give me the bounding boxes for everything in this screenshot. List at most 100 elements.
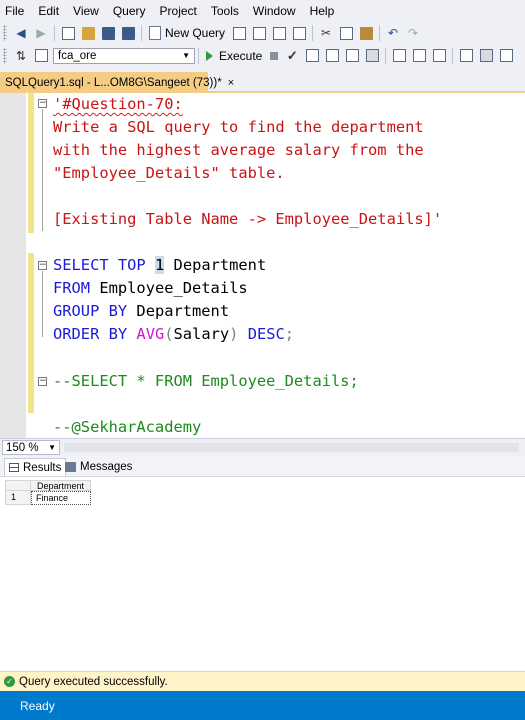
table-name: Employee_Details — [99, 279, 248, 297]
toolbar-separator — [452, 47, 454, 64]
results-to-grid-icon[interactable] — [478, 47, 494, 65]
menu-help[interactable]: Help — [305, 0, 344, 22]
grid-cell[interactable]: Finance — [31, 491, 91, 505]
query-options-icon[interactable] — [344, 47, 360, 65]
execute-label: Execute — [219, 48, 263, 63]
intellisense-icon[interactable] — [364, 47, 380, 65]
chevron-down-icon: ▼ — [48, 443, 56, 452]
live-stats-icon[interactable] — [411, 47, 427, 65]
success-check-icon: ✓ — [4, 676, 15, 687]
save-all-icon[interactable] — [120, 24, 136, 42]
results-tab-strip: Results Messages — [0, 456, 525, 477]
document-tab-strip: SQLQuery1.sql - L...OM8G\Sangeet (73))* … — [0, 67, 525, 93]
actual-plan-icon[interactable] — [391, 47, 407, 65]
parse-check-icon[interactable]: ✓ — [284, 47, 300, 65]
query-editor[interactable]: − − − '#Question-70: Write a SQL query t… — [0, 93, 525, 438]
top-value: 1 — [154, 256, 165, 274]
horizontal-scrollbar[interactable] — [64, 443, 519, 452]
cut-icon[interactable]: ✂ — [318, 24, 334, 42]
zoom-value: 150 % — [6, 441, 39, 454]
menu-view[interactable]: View — [68, 0, 108, 22]
query-status-text: Query executed successfully. — [19, 675, 168, 688]
outline-guide — [42, 271, 43, 337]
tab-results[interactable]: Results — [4, 458, 67, 476]
connect-icon[interactable]: ⇅ — [13, 47, 29, 65]
menu-query[interactable]: Query — [108, 0, 155, 22]
forward-icon[interactable]: ▶ — [33, 24, 49, 42]
undo-icon[interactable]: ↶ — [385, 24, 401, 42]
menu-file[interactable]: File — [0, 0, 33, 22]
menu-bar: File Edit View Query Project Tools Windo… — [0, 0, 525, 22]
close-icon[interactable]: × — [228, 77, 234, 89]
collapse-region-icon[interactable]: − — [38, 377, 47, 386]
collapse-region-icon[interactable]: − — [38, 99, 47, 108]
results-to-text-icon[interactable] — [458, 47, 474, 65]
back-icon[interactable]: ◀ — [13, 24, 29, 42]
database-select[interactable]: fca_ore ▼ — [53, 47, 195, 64]
toolbar-separator — [312, 25, 314, 41]
collapse-region-icon[interactable]: − — [38, 261, 47, 270]
save-icon[interactable] — [100, 24, 116, 42]
toolbar-grip[interactable] — [3, 25, 7, 41]
redo-icon[interactable]: ↷ — [405, 24, 421, 42]
paste-icon[interactable] — [358, 24, 374, 42]
toolbar-separator — [385, 47, 387, 64]
dmx-query-icon[interactable] — [251, 24, 267, 42]
code-comment-line: "Employee_Details" table. — [53, 164, 285, 182]
tab-title: SQLQuery1.sql - L...OM8G\Sangeet (73))* — [5, 76, 222, 89]
change-tracking-bar — [28, 253, 34, 413]
stop-icon[interactable] — [270, 51, 279, 60]
dax-query-icon[interactable] — [291, 24, 307, 42]
editor-zoom-bar: 150 % ▼ — [0, 438, 525, 457]
menu-project[interactable]: Project — [155, 0, 206, 22]
open-file-icon[interactable] — [80, 24, 96, 42]
code-comment-line: with the highest average salary from the — [53, 141, 424, 159]
avg-column: Salary — [173, 325, 230, 343]
copy-icon[interactable] — [338, 24, 354, 42]
code-signature-comment: --@SekharAcademy — [53, 418, 202, 436]
grid-corner[interactable] — [5, 480, 31, 491]
zoom-select[interactable]: 150 % ▼ — [2, 440, 60, 455]
new-project-icon[interactable] — [60, 24, 76, 42]
new-query-label: New Query — [165, 26, 226, 40]
menu-window[interactable]: Window — [248, 0, 305, 22]
play-icon — [206, 50, 213, 61]
menu-tools[interactable]: Tools — [206, 0, 248, 22]
sql-editor-toolbar: ⇅ fca_ore ▼ Execute ✓ — [0, 44, 525, 67]
change-connection-icon[interactable] — [33, 47, 49, 65]
change-tracking-bar — [28, 93, 34, 233]
code-commented-select: --SELECT * FROM Employee_Details; — [53, 372, 359, 390]
menu-edit[interactable]: Edit — [33, 0, 68, 22]
paren-close: ) — [229, 325, 239, 343]
app-status-bar: Ready — [0, 691, 525, 720]
code-line-select: SELECT TOP 1 Department — [53, 254, 266, 277]
xmla-query-icon[interactable] — [271, 24, 287, 42]
execute-button[interactable]: Execute — [202, 49, 266, 63]
results-to-file-icon[interactable] — [498, 47, 514, 65]
toolbar-grip[interactable] — [3, 47, 7, 64]
grid-icon — [9, 463, 19, 472]
keyword-from: FROM — [53, 279, 91, 297]
client-stats-icon[interactable] — [431, 47, 447, 65]
tab-messages-label: Messages — [80, 461, 133, 473]
code-comment-line: [Existing Table Name -> Employee_Details… — [53, 210, 443, 228]
group-column: Department — [136, 302, 230, 320]
toolbar-separator — [379, 25, 381, 41]
grid-row-number[interactable]: 1 — [5, 491, 31, 505]
statement-terminator: ; — [284, 325, 295, 343]
grid-column-header[interactable]: Department — [31, 480, 91, 491]
keyword-group-by: GROUP BY — [53, 302, 128, 320]
database-name: fca_ore — [58, 49, 97, 62]
query-designer-icon[interactable] — [324, 47, 340, 65]
mdx-query-icon[interactable] — [231, 24, 247, 42]
keyword-select: SELECT — [53, 256, 109, 274]
keyword-top: TOP — [117, 256, 146, 274]
tab-sqlquery1[interactable]: SQLQuery1.sql - L...OM8G\Sangeet (73))* … — [0, 72, 234, 93]
status-text: Ready — [20, 698, 55, 713]
query-status-bar: ✓ Query executed successfully. — [0, 671, 525, 691]
estimated-plan-icon[interactable] — [304, 47, 320, 65]
function-avg: AVG — [136, 325, 165, 343]
new-query-button[interactable]: New Query — [145, 24, 229, 42]
toolbar-separator — [141, 25, 142, 41]
tab-messages[interactable]: Messages — [61, 458, 136, 476]
